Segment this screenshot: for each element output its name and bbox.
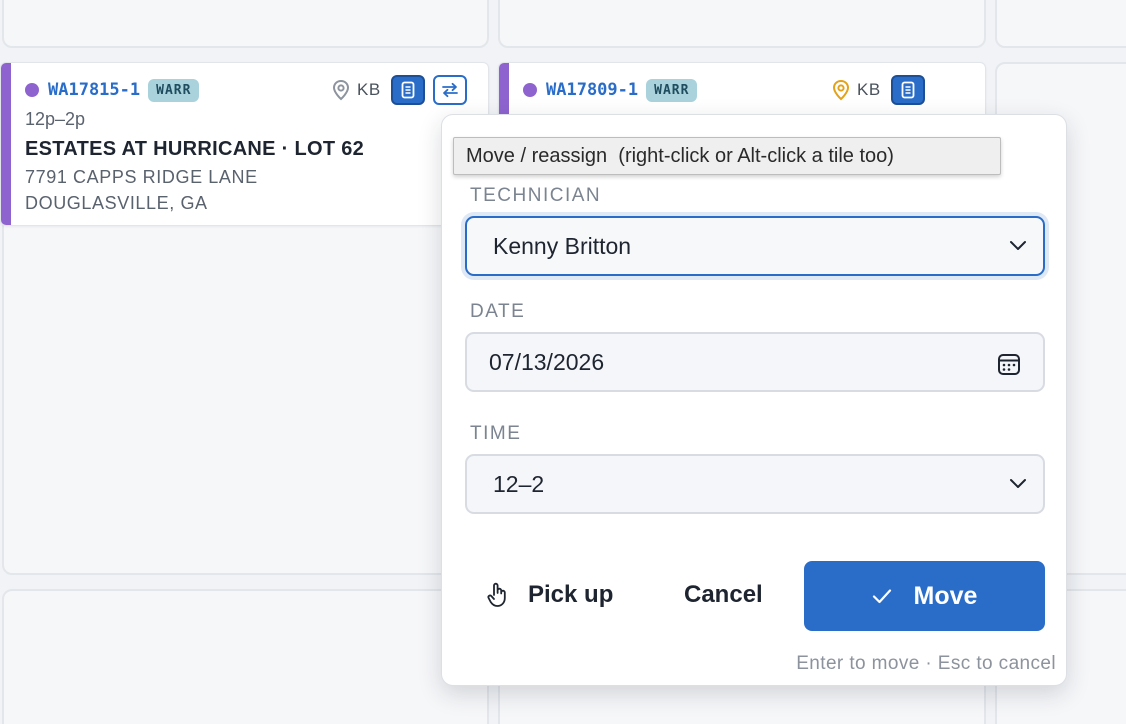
type-badge: WARR bbox=[646, 78, 698, 102]
work-order-id[interactable]: WA17809-1 bbox=[546, 80, 638, 100]
tile-address-line1: 7791 CAPPS RIDGE LANE bbox=[25, 167, 258, 187]
cancel-button[interactable]: Cancel bbox=[684, 575, 763, 615]
work-order-tile[interactable]: WA17815-1 WARR KB 12p–2p ESTATES AT HURR… bbox=[0, 62, 489, 226]
move-label: Move bbox=[913, 581, 978, 610]
time-label: TIME bbox=[470, 423, 522, 444]
time-value: 12–2 bbox=[493, 470, 545, 497]
technician-select[interactable]: Kenny Britton bbox=[465, 216, 1045, 276]
tile-address-line2: DOUGLASVILLE, GA bbox=[25, 193, 208, 213]
date-input[interactable]: 07/13/2026 bbox=[465, 332, 1045, 392]
work-order-id[interactable]: WA17815-1 bbox=[48, 80, 140, 100]
move-reassign-button[interactable] bbox=[432, 75, 467, 105]
calendar-cell[interactable] bbox=[498, 0, 986, 48]
notes-button[interactable] bbox=[890, 75, 925, 105]
time-select[interactable]: 12–2 bbox=[465, 454, 1045, 514]
tile-community-lot: ESTATES AT HURRICANE · LOT 62 bbox=[25, 138, 365, 160]
calendar-cell[interactable] bbox=[2, 0, 489, 48]
status-dot bbox=[25, 83, 39, 97]
move-reassign-popover: TECHNICIAN Kenny Britton DATE 07/13/2026… bbox=[441, 114, 1067, 686]
location-pin-icon[interactable] bbox=[331, 79, 351, 101]
pick-up-button[interactable]: Pick up bbox=[486, 575, 613, 615]
tooltip: Move / reassign (right-click or Alt-clic… bbox=[453, 137, 1001, 175]
move-button[interactable]: Move bbox=[804, 561, 1045, 631]
location-pin-icon[interactable] bbox=[831, 79, 851, 101]
technician-initials: KB bbox=[857, 80, 881, 99]
notes-button[interactable] bbox=[390, 75, 425, 105]
date-value: 07/13/2026 bbox=[489, 348, 605, 375]
tile-accent-bar bbox=[1, 63, 11, 225]
status-dot bbox=[523, 83, 537, 97]
hand-pointer-icon bbox=[487, 582, 506, 607]
check-icon bbox=[872, 589, 891, 604]
chevron-down-icon bbox=[1010, 479, 1026, 488]
technician-label: TECHNICIAN bbox=[470, 185, 602, 206]
calendar-icon[interactable] bbox=[997, 352, 1021, 376]
document-icon bbox=[401, 81, 415, 99]
type-badge: WARR bbox=[148, 78, 200, 102]
chevron-down-icon bbox=[1010, 241, 1026, 250]
document-icon bbox=[901, 81, 915, 99]
swap-arrows-icon bbox=[441, 82, 458, 98]
technician-value: Kenny Britton bbox=[493, 232, 632, 259]
tile-time: 12p–2p bbox=[25, 109, 86, 129]
keyboard-hint: Enter to move · Esc to cancel bbox=[796, 653, 1056, 674]
calendar-cell[interactable] bbox=[2, 589, 489, 724]
pick-up-label: Pick up bbox=[528, 581, 614, 608]
calendar-cell[interactable] bbox=[995, 0, 1126, 48]
technician-initials: KB bbox=[357, 80, 381, 99]
date-label: DATE bbox=[470, 301, 526, 322]
